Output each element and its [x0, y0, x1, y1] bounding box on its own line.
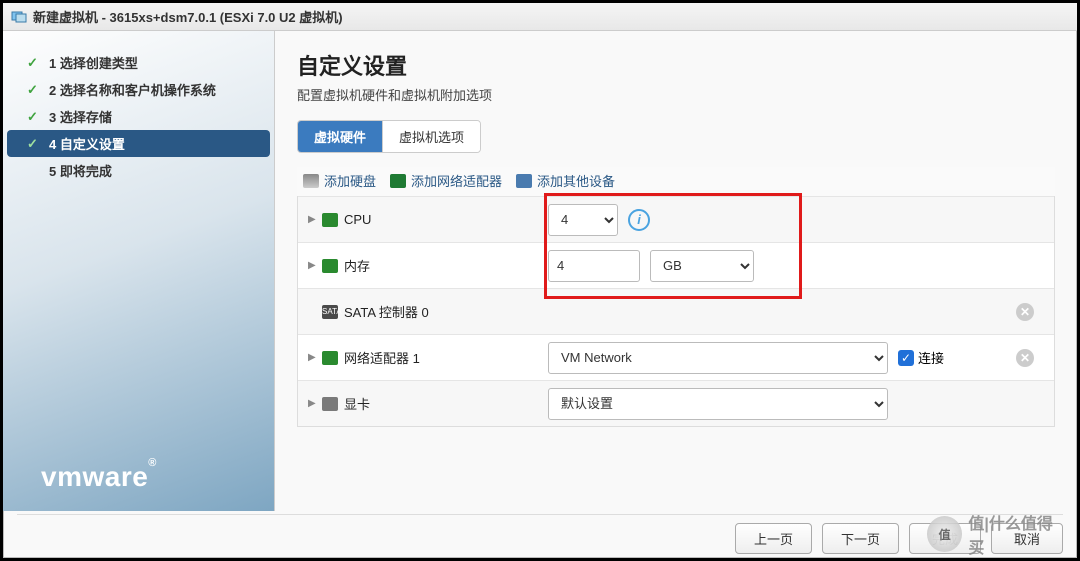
cpu-icon: [322, 213, 338, 227]
finish-button[interactable]: 完成: [909, 523, 981, 554]
window-title: 新建虚拟机 - 3615xs+dsm7.0.1 (ESXi 7.0 U2 虚拟机…: [33, 7, 343, 26]
disk-icon: [303, 174, 319, 188]
next-button[interactable]: 下一页: [822, 523, 899, 554]
settings-tabs: 虚拟硬件 虚拟机选项: [297, 120, 481, 153]
step-5-ready-complete[interactable]: 5 即将完成: [3, 157, 274, 184]
add-other-device-button[interactable]: 添加其他设备: [516, 171, 615, 190]
check-icon: ✓: [27, 55, 41, 71]
step-4-customize-settings[interactable]: ✓4 自定义设置: [7, 130, 270, 157]
remove-nic-button[interactable]: ✕: [1016, 349, 1034, 367]
vmware-logo: vmware®: [41, 461, 157, 493]
wizard-footer: 上一页 下一页 完成 取消: [17, 514, 1063, 554]
video-label: 显卡: [344, 394, 370, 413]
video-card-select[interactable]: 默认设置: [548, 388, 888, 420]
page-subtitle: 配置虚拟机硬件和虚拟机附加选项: [297, 85, 1055, 104]
wizard-steps-sidebar: ✓1 选择创建类型 ✓2 选择名称和客户机操作系统 ✓3 选择存储 ✓4 自定义…: [3, 31, 275, 511]
memory-icon: [322, 259, 338, 273]
memory-unit-select[interactable]: GB: [650, 250, 754, 282]
sata-label: SATA 控制器 0: [344, 302, 429, 321]
cpu-label: CPU: [344, 212, 371, 227]
window-titlebar: 新建虚拟机 - 3615xs+dsm7.0.1 (ESXi 7.0 U2 虚拟机…: [3, 3, 1077, 31]
check-icon: ✓: [27, 136, 41, 152]
hardware-table: ▶ CPU 4 i ▶ 内存: [297, 196, 1055, 427]
step-2-name-guest-os[interactable]: ✓2 选择名称和客户机操作系统: [3, 76, 274, 103]
customize-settings-panel: 自定义设置 配置虚拟机硬件和虚拟机附加选项 虚拟硬件 虚拟机选项 添加硬盘 添加…: [275, 31, 1077, 511]
network-adapter-icon: [322, 351, 338, 365]
new-vm-modal: 新建虚拟机 - 3615xs+dsm7.0.1 (ESXi 7.0 U2 虚拟机…: [0, 0, 1080, 561]
cancel-button[interactable]: 取消: [991, 523, 1063, 554]
chevron-right-icon[interactable]: ▶: [308, 352, 316, 363]
network-select[interactable]: VM Network: [548, 342, 888, 374]
add-nic-button[interactable]: 添加网络适配器: [390, 171, 502, 190]
remove-sata-button[interactable]: ✕: [1016, 303, 1034, 321]
page-title: 自定义设置: [297, 49, 1055, 81]
hardware-action-bar: 添加硬盘 添加网络适配器 添加其他设备: [297, 167, 1055, 196]
device-icon: [516, 174, 532, 188]
chevron-right-icon[interactable]: ▶: [308, 398, 316, 409]
row-video-card: ▶ 显卡 默认设置: [298, 380, 1054, 426]
tab-virtual-hardware[interactable]: 虚拟硬件: [298, 121, 383, 152]
memory-label: 内存: [344, 256, 370, 275]
check-icon: ✓: [27, 109, 41, 125]
memory-amount-input[interactable]: [548, 250, 640, 282]
row-memory: ▶ 内存 GB: [298, 242, 1054, 288]
chevron-right-icon[interactable]: ▶: [308, 260, 316, 271]
checkbox-checked-icon: ✓: [898, 350, 914, 366]
row-sata-controller: ▶ SATA SATA 控制器 0 ✕: [298, 288, 1054, 334]
step-3-select-storage[interactable]: ✓3 选择存储: [3, 103, 274, 130]
row-cpu: ▶ CPU 4 i: [298, 196, 1054, 242]
chevron-right-icon[interactable]: ▶: [308, 214, 316, 225]
step-1-create-type[interactable]: ✓1 选择创建类型: [3, 49, 274, 76]
check-icon: ✓: [27, 82, 41, 98]
nic-label: 网络适配器 1: [344, 348, 420, 367]
nic-icon: [390, 174, 406, 188]
info-icon[interactable]: i: [628, 209, 650, 231]
prev-button[interactable]: 上一页: [735, 523, 812, 554]
add-disk-button[interactable]: 添加硬盘: [303, 171, 376, 190]
video-card-icon: [322, 397, 338, 411]
sata-icon: SATA: [322, 305, 338, 319]
cpu-count-select[interactable]: 4: [548, 204, 618, 236]
nic-connect-checkbox[interactable]: ✓连接: [898, 348, 944, 367]
tab-vm-options[interactable]: 虚拟机选项: [383, 121, 480, 152]
vm-icon: [11, 9, 27, 25]
row-network-adapter: ▶ 网络适配器 1 VM Network ✓连接 ✕: [298, 334, 1054, 380]
